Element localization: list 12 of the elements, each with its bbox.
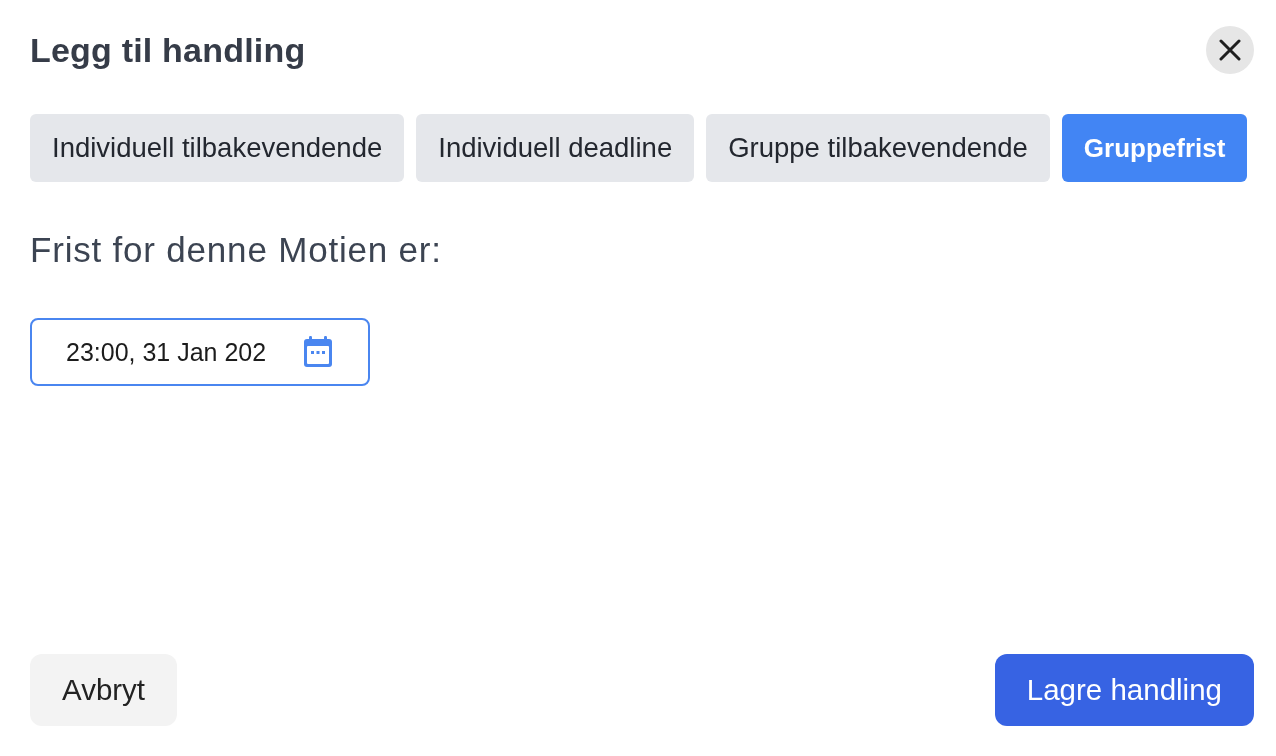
action-type-tab[interactable]: Individuell deadline (416, 114, 695, 182)
cancel-button[interactable]: Avbryt (30, 654, 178, 726)
save-button[interactable]: Lagre handling (994, 654, 1254, 726)
close-icon (1219, 39, 1241, 61)
action-type-tab[interactable]: Individuell tilbakevendende (30, 114, 405, 182)
dialog-title: Legg til handling (30, 30, 306, 71)
close-button[interactable] (1206, 26, 1254, 74)
date-field[interactable]: 23:00, 31 Jan 202 (30, 318, 370, 386)
action-type-tab[interactable]: Gruppe tilbakevendende (706, 114, 1050, 182)
calendar-icon[interactable] (302, 336, 334, 368)
deadline-label: Frist for denne Motien er: (30, 229, 443, 271)
action-type-tab[interactable]: Gruppefrist (1061, 114, 1248, 182)
